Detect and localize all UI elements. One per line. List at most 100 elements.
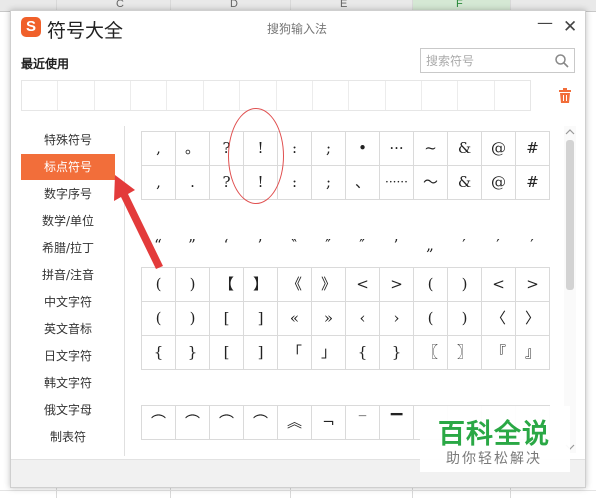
sidebar-item[interactable]: 制表符 [21,424,115,450]
symbol-cell[interactable]: < [346,268,380,302]
symbol-cell[interactable]: ～ [414,166,448,200]
sidebar-item[interactable]: 日文字符 [21,343,115,369]
symbol-cell[interactable]: ( [414,302,448,336]
symbol-cell[interactable]: , [142,132,176,166]
symbol-cell[interactable]: & [448,166,482,200]
symbol-cell[interactable]: @ [482,132,516,166]
symbol-cell[interactable]: ” [175,229,209,263]
trash-icon[interactable] [558,88,572,103]
sidebar-item[interactable]: 俄文字母 [21,397,115,423]
column-letter-e[interactable]: E [340,0,347,10]
symbol-cell[interactable]: ? [210,132,244,166]
sidebar-item[interactable]: 中文字符 [21,289,115,315]
scrollbar[interactable] [564,126,576,453]
symbol-cell[interactable]: ( [142,302,176,336]
symbol-cell[interactable]: ⌒ [176,406,210,440]
symbol-cell[interactable]: 【 [210,268,244,302]
recent-symbol-slot[interactable] [204,81,241,110]
close-button[interactable]: ✕ [563,17,577,37]
symbol-cell[interactable]: ’ [243,229,277,263]
symbol-cell[interactable]: ) [448,268,482,302]
symbol-cell[interactable]: ‾ [346,406,380,440]
symbol-cell[interactable]: ? [210,166,244,200]
sidebar-item[interactable]: 数字序号 [21,181,115,207]
recent-symbol-slot[interactable] [458,81,495,110]
symbol-cell[interactable]: ] [244,336,278,370]
symbol-cell[interactable]: ′ [447,229,481,263]
symbol-cell[interactable]: ‹ [346,302,380,336]
symbol-cell[interactable]: > [516,268,550,302]
symbol-cell[interactable]: . [176,166,210,200]
symbol-cell[interactable]: { [346,336,380,370]
recent-symbol-slot[interactable] [131,81,168,110]
recent-symbol-slot[interactable] [422,81,459,110]
symbol-cell[interactable]: ! [244,132,278,166]
sidebar-item[interactable]: 特殊符号 [21,127,115,153]
symbol-cell[interactable]: [ [210,336,244,370]
symbol-cell[interactable]: ! [244,166,278,200]
scrollbar-thumb[interactable] [566,140,574,290]
recent-symbol-slot[interactable] [386,81,422,110]
symbol-cell[interactable]: ] [244,302,278,336]
recent-symbol-slot[interactable] [22,81,59,110]
symbol-cell[interactable]: ¬ [312,406,346,440]
symbol-cell[interactable]: ︽ [278,406,312,440]
recent-symbol-slot[interactable] [167,81,204,110]
symbol-cell[interactable]: 」 [312,336,346,370]
symbol-cell[interactable]: ; [312,166,346,200]
recent-symbol-slot[interactable] [95,81,132,110]
symbol-cell[interactable]: 〗 [448,336,482,370]
symbol-cell[interactable]: > [380,268,414,302]
recent-symbol-slot[interactable] [349,81,386,110]
search-box[interactable] [420,48,575,73]
symbol-cell[interactable]: # [516,132,550,166]
symbol-cell[interactable]: ~ [414,132,448,166]
symbol-cell[interactable]: ″ [311,229,345,263]
sidebar-item[interactable]: 韩文字符 [21,370,115,396]
column-letter-c[interactable]: C [116,0,124,10]
symbol-cell[interactable]: „ [413,229,447,263]
symbol-cell[interactable]: ▔ [380,406,414,440]
symbol-cell[interactable]: 『 [482,336,516,370]
symbol-cell[interactable]: { [142,336,176,370]
symbol-cell[interactable]: ′ [515,229,549,263]
symbol-cell[interactable]: , [142,166,176,200]
symbol-cell[interactable]: < [482,268,516,302]
recent-symbol-slot[interactable] [277,81,313,110]
symbol-cell[interactable]: • [346,132,380,166]
symbol-cell[interactable]: ; [312,132,346,166]
symbol-cell[interactable]: ′ [481,229,515,263]
symbol-cell[interactable]: ⌒ [244,406,278,440]
sidebar-item[interactable]: 英文音标 [21,316,115,342]
symbol-cell[interactable]: ‶ [277,229,311,263]
symbol-cell[interactable]: 《 [278,268,312,302]
search-icon[interactable] [554,53,570,69]
symbol-cell[interactable]: 〈 [482,302,516,336]
sidebar-item[interactable]: 希腊/拉丁 [21,235,115,261]
symbol-cell[interactable]: ) [176,302,210,336]
symbol-cell[interactable]: ″ [345,229,379,263]
symbol-cell[interactable]: ··· [380,132,414,166]
symbol-cell[interactable]: ⌒ [210,406,244,440]
scroll-up-icon[interactable] [564,128,576,136]
symbol-cell[interactable]: 「 [278,336,312,370]
minimize-button[interactable]: — [537,13,553,32]
recent-symbol-slot[interactable] [240,81,277,110]
symbol-cell[interactable]: } [176,336,210,370]
symbol-cell[interactable]: 〖 [414,336,448,370]
symbol-cell[interactable]: ( [414,268,448,302]
sidebar-item[interactable]: 数学/单位 [21,208,115,234]
symbol-cell[interactable]: “ [141,229,175,263]
symbol-cell[interactable]: # [516,166,550,200]
symbol-cell[interactable]: « [278,302,312,336]
symbol-cell[interactable]: ) [448,302,482,336]
symbol-cell[interactable]: ( [142,268,176,302]
symbol-cell[interactable]: 、 [346,166,380,200]
symbol-cell[interactable]: » [312,302,346,336]
sidebar-item[interactable]: 标点符号 [21,154,115,180]
symbol-cell[interactable]: ⌒ [142,406,176,440]
search-input[interactable] [426,52,551,70]
symbol-cell[interactable]: } [380,336,414,370]
column-letter-f[interactable]: F [456,0,463,10]
symbol-cell[interactable]: 』 [516,336,550,370]
